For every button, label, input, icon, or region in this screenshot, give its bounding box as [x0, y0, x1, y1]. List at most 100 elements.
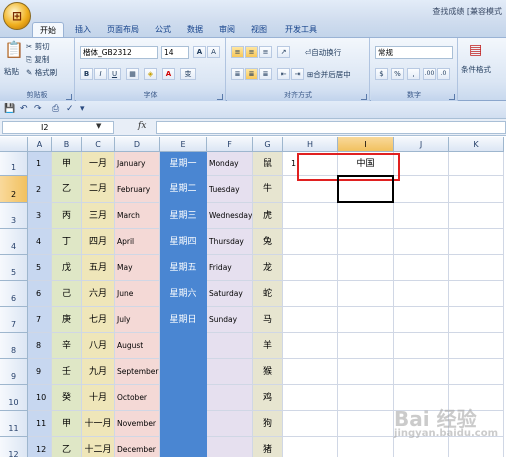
cell-b9[interactable]: 壬 [52, 359, 82, 385]
cell-i12[interactable] [338, 437, 394, 457]
row-header[interactable]: 8 [0, 333, 28, 359]
cell-c9[interactable]: 九月 [82, 359, 115, 385]
cell-a10[interactable]: 10 [28, 385, 52, 411]
conditional-format-icon[interactable]: ▤ [469, 42, 482, 58]
cell-d6[interactable]: June [115, 281, 160, 307]
decrease-indent-icon[interactable]: ⇤ [277, 68, 290, 80]
cell-b6[interactable]: 己 [52, 281, 82, 307]
cell-k1[interactable] [449, 152, 504, 176]
column-header-g[interactable]: G [253, 137, 283, 152]
cell-k12[interactable] [449, 437, 504, 457]
cell-b2[interactable]: 乙 [52, 176, 82, 203]
cell-b3[interactable]: 丙 [52, 203, 82, 229]
cell-k3[interactable] [449, 203, 504, 229]
cell-b1[interactable]: 甲 [52, 152, 82, 176]
cell-j3[interactable] [394, 203, 449, 229]
cell-f6[interactable]: Saturday [207, 281, 253, 307]
format-painter-button[interactable]: ✎ 格式刷 [26, 67, 57, 78]
cell-g11[interactable]: 狗 [253, 411, 283, 437]
cell-h9[interactable] [283, 359, 338, 385]
cell-g12[interactable]: 猪 [253, 437, 283, 457]
cell-g6[interactable]: 蛇 [253, 281, 283, 307]
cell-d7[interactable]: July [115, 307, 160, 333]
cell-g4[interactable]: 兔 [253, 229, 283, 255]
cell-i11[interactable] [338, 411, 394, 437]
decrease-decimal-button[interactable]: .0 [437, 68, 450, 80]
cell-g1[interactable]: 鼠 [253, 152, 283, 176]
cell-c2[interactable]: 二月 [82, 176, 115, 203]
cell-g5[interactable]: 龙 [253, 255, 283, 281]
cell-h2[interactable] [283, 176, 338, 203]
cell-d9[interactable]: September [115, 359, 160, 385]
cell-e2[interactable]: 星期二 [160, 176, 207, 203]
conditional-format-button[interactable]: 条件格式 [461, 64, 491, 75]
office-button[interactable]: ⊞ [3, 2, 31, 30]
cell-c11[interactable]: 十一月 [82, 411, 115, 437]
cell-d10[interactable]: October [115, 385, 160, 411]
cell-b7[interactable]: 庚 [52, 307, 82, 333]
cell-i7[interactable] [338, 307, 394, 333]
cell-c12[interactable]: 十二月 [82, 437, 115, 457]
print-preview-icon[interactable]: ⎙ [52, 104, 59, 114]
formula-input[interactable] [156, 121, 506, 134]
align-bottom-icon[interactable]: ≡ [259, 46, 272, 58]
row-header[interactable]: 11 [0, 411, 28, 437]
row-header[interactable]: 9 [0, 359, 28, 385]
cell-h11[interactable] [283, 411, 338, 437]
row-header[interactable]: 1 [0, 152, 28, 176]
cell-g10[interactable]: 鸡 [253, 385, 283, 411]
wrap-text-button[interactable]: ⏎自动换行 [305, 47, 341, 58]
cell-j7[interactable] [394, 307, 449, 333]
cell-g2[interactable]: 牛 [253, 176, 283, 203]
cell-d8[interactable]: August [115, 333, 160, 359]
cell-a5[interactable]: 5 [28, 255, 52, 281]
cell-a9[interactable]: 9 [28, 359, 52, 385]
increase-indent-icon[interactable]: ⇥ [291, 68, 304, 80]
cell-h10[interactable] [283, 385, 338, 411]
row-header[interactable]: 3 [0, 203, 28, 229]
cell-g7[interactable]: 马 [253, 307, 283, 333]
cell-e1[interactable]: 星期一 [160, 152, 207, 176]
column-header-f[interactable]: F [207, 137, 253, 152]
cell-i2[interactable] [338, 176, 394, 203]
cell-h12[interactable] [283, 437, 338, 457]
cell-a11[interactable]: 11 [28, 411, 52, 437]
insert-function-icon[interactable]: fx [138, 121, 146, 131]
cut-button[interactable]: ✂ 剪切 [26, 41, 50, 52]
cell-c8[interactable]: 八月 [82, 333, 115, 359]
cell-j2[interactable] [394, 176, 449, 203]
cell-c3[interactable]: 三月 [82, 203, 115, 229]
percent-button[interactable]: % [391, 68, 404, 80]
cell-a12[interactable]: 12 [28, 437, 52, 457]
align-left-icon[interactable]: ≣ [231, 68, 244, 80]
cell-i1[interactable]: 中国 [338, 152, 394, 176]
copy-button[interactable]: ⎘ 复制 [26, 54, 49, 65]
cell-b11[interactable]: 甲 [52, 411, 82, 437]
cell-b10[interactable]: 癸 [52, 385, 82, 411]
cell-e4[interactable]: 星期四 [160, 229, 207, 255]
cell-d2[interactable]: February [115, 176, 160, 203]
cell-b5[interactable]: 戊 [52, 255, 82, 281]
column-header-j[interactable]: J [394, 137, 449, 152]
cell-k7[interactable] [449, 307, 504, 333]
cell-f11[interactable] [207, 411, 253, 437]
column-header-i[interactable]: I [338, 137, 394, 152]
phonetic-button[interactable]: 变 [180, 68, 196, 80]
font-launcher-icon[interactable] [217, 94, 223, 100]
column-header-h[interactable]: H [283, 137, 338, 152]
cell-e11[interactable] [160, 411, 207, 437]
fill-color-icon[interactable]: ◈ [144, 68, 157, 80]
cell-k6[interactable] [449, 281, 504, 307]
row-header[interactable]: 12 [0, 437, 28, 457]
cell-j12[interactable] [394, 437, 449, 457]
cell-f10[interactable] [207, 385, 253, 411]
tab-developer[interactable]: 开发工具 [278, 22, 324, 37]
cell-f12[interactable] [207, 437, 253, 457]
row-header[interactable]: 7 [0, 307, 28, 333]
cell-b4[interactable]: 丁 [52, 229, 82, 255]
cell-f8[interactable] [207, 333, 253, 359]
column-header-e[interactable]: E [160, 137, 207, 152]
cell-h5[interactable] [283, 255, 338, 281]
row-header[interactable]: 4 [0, 229, 28, 255]
cell-j5[interactable] [394, 255, 449, 281]
